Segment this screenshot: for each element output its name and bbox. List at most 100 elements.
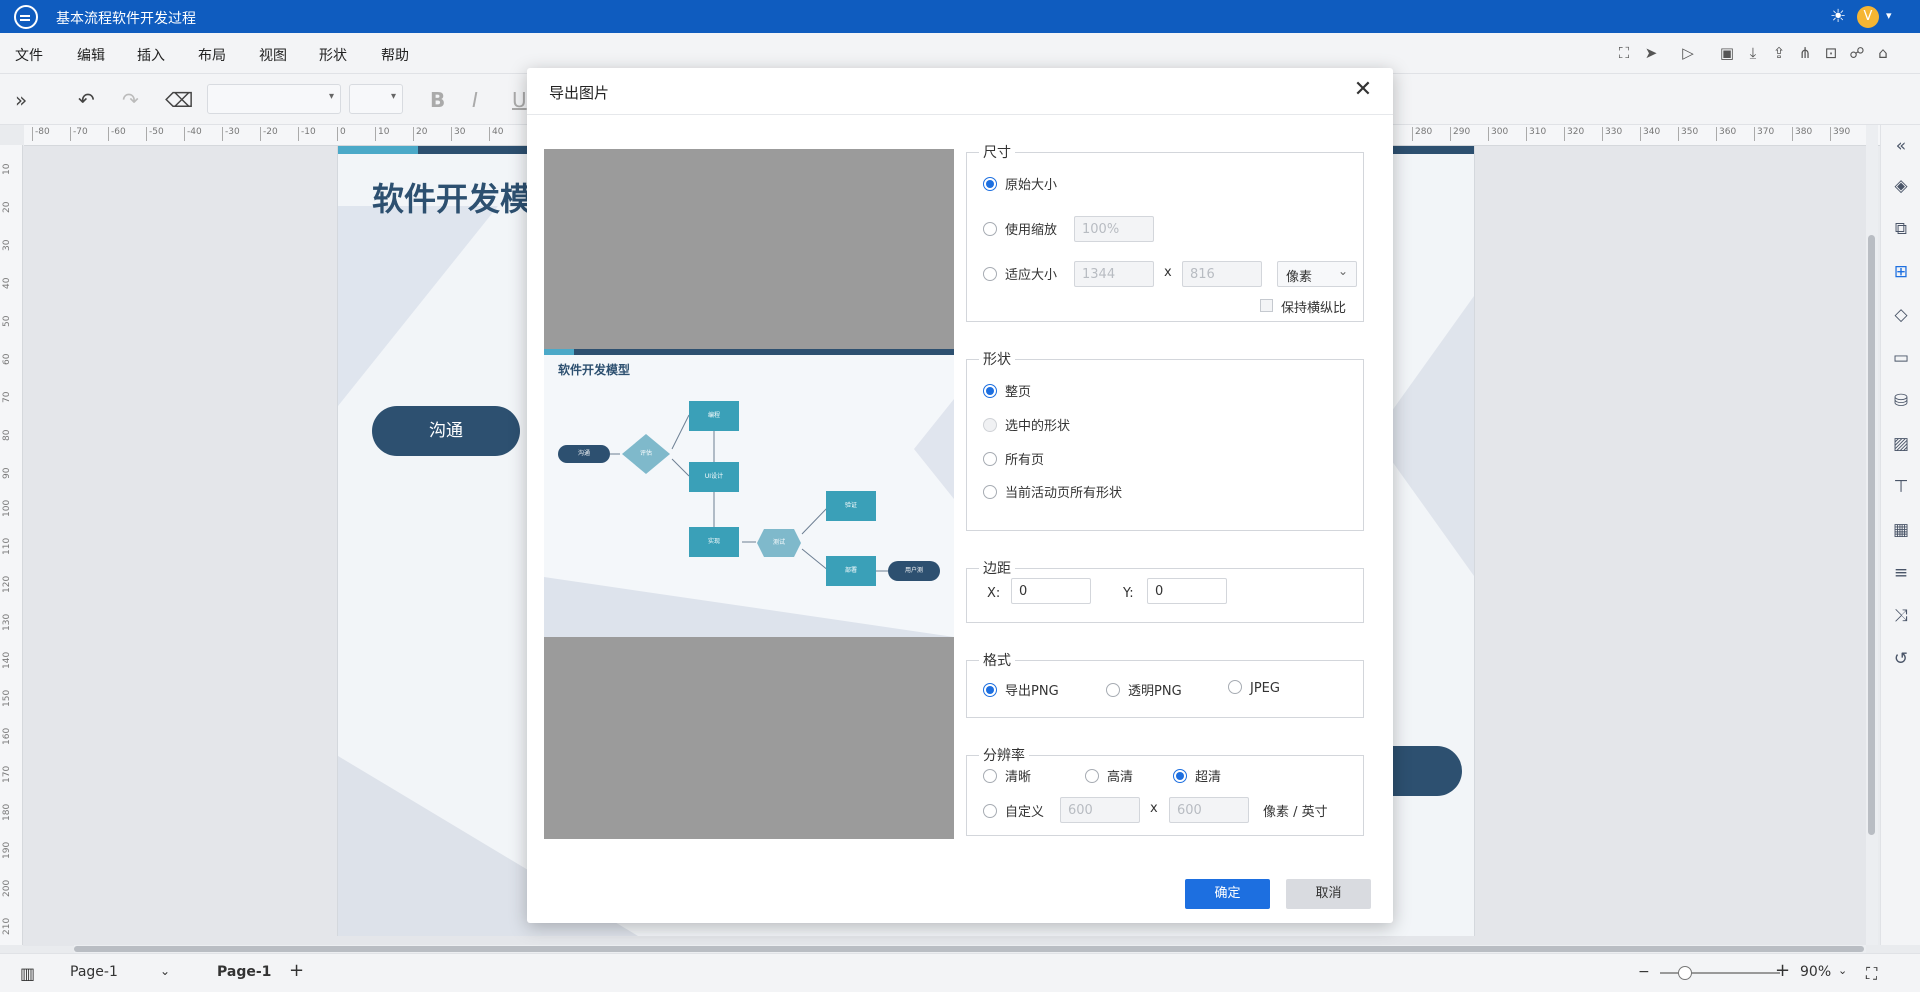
resolution-option-hd[interactable]: 高清 bbox=[1085, 766, 1133, 785]
menu-file[interactable]: 文件 bbox=[15, 45, 43, 65]
scale-input[interactable] bbox=[1074, 216, 1154, 242]
resolution-option-ultra[interactable]: 超清 bbox=[1173, 766, 1221, 785]
expand-panel-icon[interactable]: » bbox=[15, 88, 27, 112]
radio-button[interactable] bbox=[1085, 769, 1099, 783]
font-family-select[interactable]: ▾ bbox=[207, 84, 341, 114]
cancel-button[interactable]: 取消 bbox=[1286, 879, 1371, 909]
format-option-jpeg[interactable]: JPEG bbox=[1228, 680, 1280, 696]
menu-help[interactable]: 帮助 bbox=[381, 45, 409, 65]
margin-x-input[interactable] bbox=[1011, 578, 1091, 604]
play-icon[interactable]: ▷ bbox=[1679, 44, 1697, 62]
style-edit-icon[interactable]: ⧉ bbox=[1890, 218, 1912, 240]
shirt-icon[interactable]: ⌂ bbox=[1874, 44, 1892, 62]
close-icon[interactable]: ✕ bbox=[1349, 76, 1377, 104]
shape-option-active-page[interactable]: 当前活动页所有形状 bbox=[983, 482, 1122, 501]
radio-button[interactable] bbox=[983, 683, 997, 697]
resolution-option-clear[interactable]: 清晰 bbox=[983, 766, 1031, 785]
size-scale-option[interactable]: 使用缩放 bbox=[983, 219, 1057, 238]
radio-button[interactable] bbox=[983, 452, 997, 466]
keep-ratio-checkbox[interactable] bbox=[1260, 299, 1273, 312]
radio-button[interactable] bbox=[983, 418, 997, 432]
font-size-select[interactable]: ▾ bbox=[349, 84, 403, 114]
share-icon[interactable]: ⋔ bbox=[1796, 44, 1814, 62]
flow-node-end[interactable] bbox=[1388, 746, 1462, 796]
bold-icon[interactable]: B bbox=[430, 88, 445, 112]
chevron-down-icon[interactable]: ⌄ bbox=[160, 964, 170, 978]
diagram-title[interactable]: 软件开发模 bbox=[372, 174, 532, 220]
underline-icon[interactable]: U bbox=[512, 88, 527, 112]
radio-button[interactable] bbox=[1228, 680, 1242, 694]
redo-icon[interactable]: ↷ bbox=[122, 88, 139, 112]
radio-button[interactable] bbox=[983, 177, 997, 191]
custom-dpi-x-input[interactable] bbox=[1060, 797, 1140, 823]
history-icon[interactable]: ↺ bbox=[1890, 648, 1912, 670]
fill-icon[interactable]: ◈ bbox=[1890, 175, 1912, 197]
undo-icon[interactable]: ↶ bbox=[78, 88, 95, 112]
vertical-scrollbar[interactable] bbox=[1866, 125, 1878, 945]
resolution-option-custom[interactable]: 自定义 bbox=[983, 801, 1044, 820]
save-icon[interactable]: ▣ bbox=[1718, 44, 1736, 62]
radio-button[interactable] bbox=[983, 384, 997, 398]
shape-option-whole-page[interactable]: 整页 bbox=[983, 381, 1031, 400]
scroll-thumb[interactable] bbox=[1868, 235, 1875, 835]
org-chart-icon[interactable]: ⊤ bbox=[1890, 476, 1912, 498]
vip-badge-icon[interactable]: V bbox=[1857, 6, 1879, 28]
radio-button[interactable] bbox=[983, 769, 997, 783]
menu-view[interactable]: 视图 bbox=[259, 45, 287, 65]
menu-shape[interactable]: 形状 bbox=[319, 45, 347, 65]
collapse-panel-icon[interactable]: « bbox=[1890, 135, 1912, 157]
zoom-out-icon[interactable]: − bbox=[1638, 964, 1650, 980]
radio-button[interactable] bbox=[983, 804, 997, 818]
flow-node-communicate[interactable]: 沟通 bbox=[372, 406, 520, 456]
zoom-slider-handle[interactable] bbox=[1678, 966, 1692, 980]
table-icon[interactable]: ▦ bbox=[1890, 519, 1912, 541]
theme-icon[interactable]: ☀ bbox=[1830, 6, 1846, 27]
send-icon[interactable]: ➤ bbox=[1642, 44, 1660, 62]
zoom-in-icon[interactable]: + bbox=[1775, 960, 1790, 981]
menu-layout[interactable]: 布局 bbox=[198, 45, 226, 65]
page-panel-icon[interactable]: ▥ bbox=[20, 964, 35, 983]
page-tab[interactable]: Page-1 bbox=[217, 964, 271, 980]
format-option-png[interactable]: 导出PNG bbox=[983, 680, 1059, 699]
size-fit-option[interactable]: 适应大小 bbox=[983, 264, 1057, 283]
layers-icon[interactable]: ◇ bbox=[1890, 304, 1912, 326]
grid-icon[interactable]: ⊞ bbox=[1890, 261, 1912, 283]
radio-button[interactable] bbox=[983, 267, 997, 281]
chevron-down-icon[interactable]: ⌄ bbox=[1838, 964, 1847, 977]
export-icon[interactable]: ⇪ bbox=[1770, 44, 1788, 62]
radio-button[interactable] bbox=[983, 222, 997, 236]
menu-edit[interactable]: 编辑 bbox=[77, 45, 105, 65]
format-icon[interactable]: ≡ bbox=[1890, 562, 1912, 584]
data-icon[interactable]: ⛁ bbox=[1890, 390, 1912, 412]
add-page-button[interactable]: + bbox=[289, 960, 304, 981]
page-selector[interactable]: Page-1 bbox=[70, 964, 118, 980]
width-input[interactable] bbox=[1074, 261, 1154, 287]
unit-select[interactable]: 像素 ⌄ bbox=[1277, 261, 1357, 287]
format-painter-icon[interactable]: ⌫ bbox=[165, 88, 193, 112]
menu-insert[interactable]: 插入 bbox=[137, 45, 165, 65]
image-icon[interactable]: ▨ bbox=[1890, 433, 1912, 455]
size-original-option[interactable]: 原始大小 bbox=[983, 174, 1057, 193]
italic-icon[interactable]: I bbox=[472, 88, 478, 112]
scroll-thumb[interactable] bbox=[74, 946, 1864, 952]
chevron-down-icon[interactable]: ▾ bbox=[1886, 9, 1892, 22]
radio-button[interactable] bbox=[1173, 769, 1187, 783]
margin-y-input[interactable] bbox=[1147, 578, 1227, 604]
fullscreen-icon[interactable]: ⛶ bbox=[1615, 44, 1633, 62]
ok-button[interactable]: 确定 bbox=[1185, 879, 1270, 909]
download-icon[interactable]: ⤓ bbox=[1744, 44, 1762, 62]
height-input[interactable] bbox=[1182, 261, 1262, 287]
fit-page-icon[interactable]: ⛶ bbox=[1866, 964, 1877, 984]
shuffle-icon[interactable]: ⤨ bbox=[1890, 605, 1912, 627]
shape-option-selected[interactable]: 选中的形状 bbox=[983, 415, 1070, 434]
shape-option-all-pages[interactable]: 所有页 bbox=[983, 449, 1044, 468]
group-icon[interactable]: ☍ bbox=[1848, 44, 1866, 62]
custom-dpi-y-input[interactable] bbox=[1169, 797, 1249, 823]
presentation-icon[interactable]: ▭ bbox=[1890, 347, 1912, 369]
radio-button[interactable] bbox=[1106, 683, 1120, 697]
lock-icon[interactable]: ⊡ bbox=[1822, 44, 1840, 62]
horizontal-scrollbar[interactable] bbox=[74, 945, 1866, 953]
zoom-level[interactable]: 90% bbox=[1800, 964, 1831, 980]
format-option-transparent-png[interactable]: 透明PNG bbox=[1106, 680, 1182, 699]
radio-button[interactable] bbox=[983, 485, 997, 499]
